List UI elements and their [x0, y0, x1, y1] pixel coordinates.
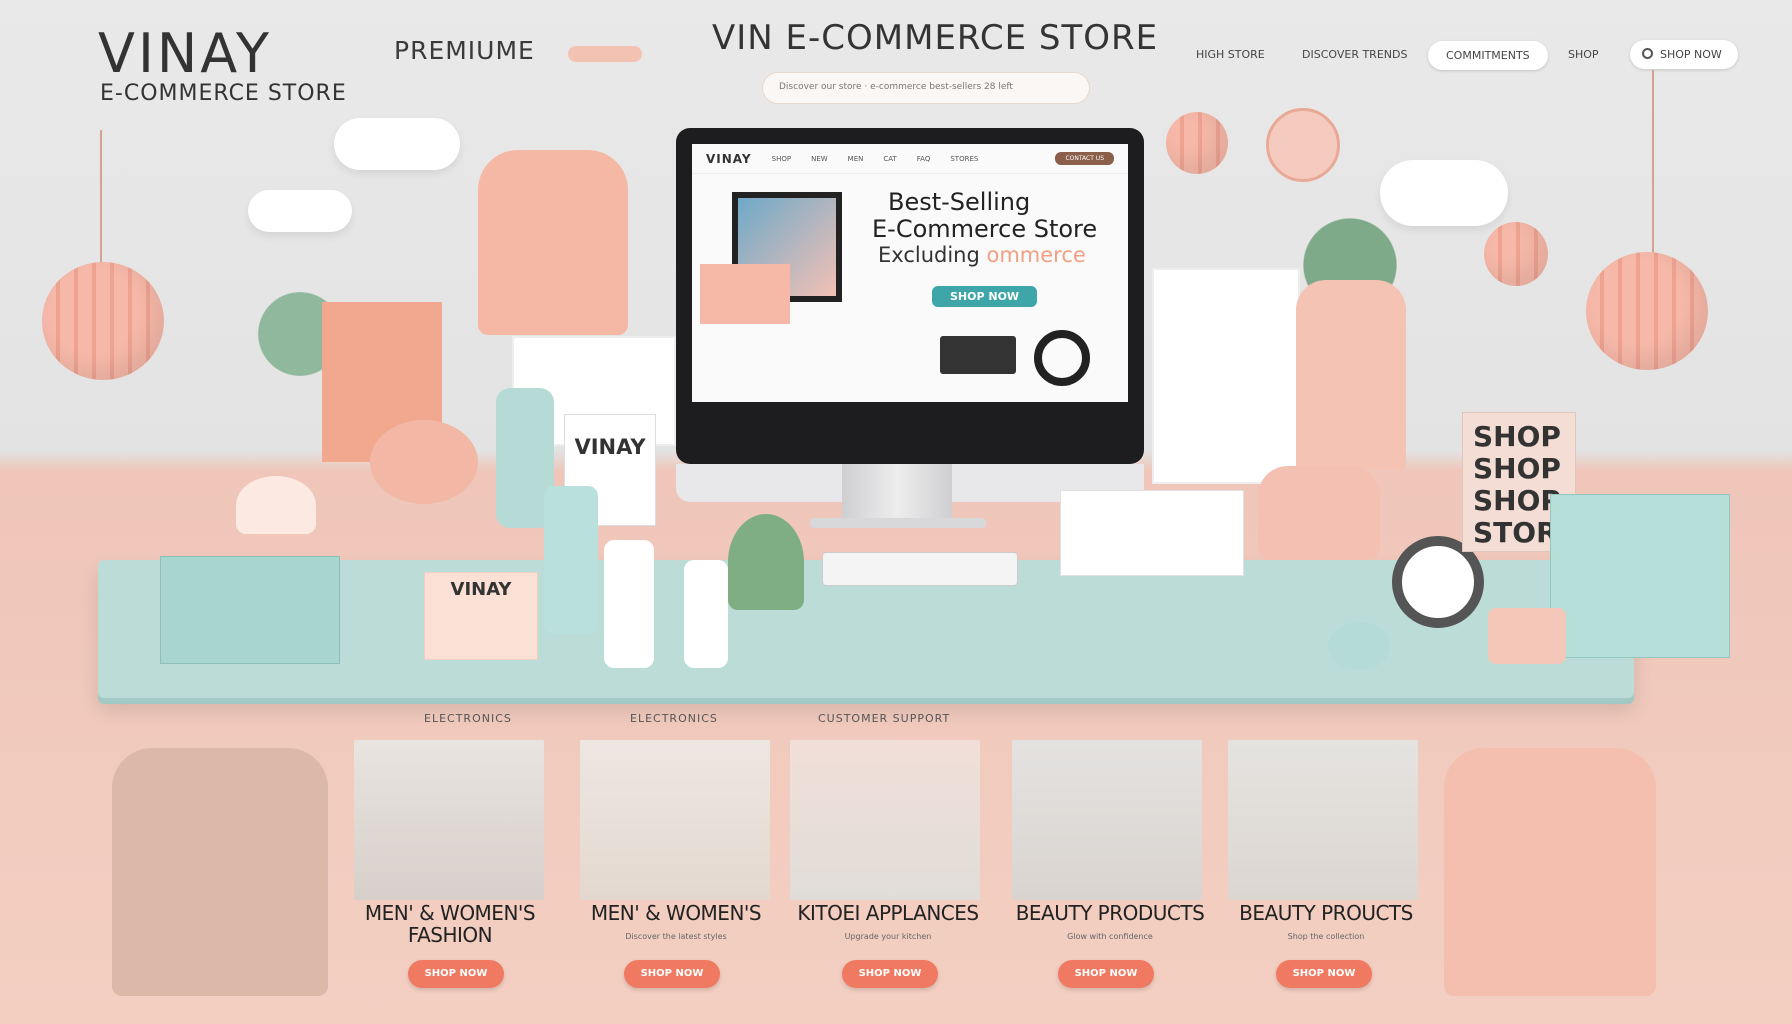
product-box-image [700, 264, 790, 324]
category-title: MEN' & WOMEN'S FASHION [364, 901, 536, 947]
potted-plant [728, 514, 804, 610]
hero-shop-now-button[interactable]: SHOP NOW [932, 286, 1038, 307]
page-title: VIN E-COMMERCE STORE [712, 18, 1159, 58]
lantern-string [100, 130, 102, 265]
skincare-jar [1328, 622, 1390, 670]
shop-now-button[interactable]: SHOP NOW [842, 960, 938, 988]
screen-nav-item[interactable]: CAT [883, 155, 896, 163]
lantern-string [1652, 70, 1654, 255]
screen-nav-item[interactable]: SHOP [772, 155, 791, 163]
nav-link-high-store[interactable]: HIGH STORE [1196, 48, 1265, 61]
wall-clock-icon [1266, 108, 1340, 182]
screen-navbar: VINAY SHOP NEW MEN CAT FAQ STORES CONTAC… [692, 144, 1128, 174]
shop-now-button[interactable]: SHOP NOW [624, 960, 720, 988]
user-icon [1642, 48, 1653, 59]
cloud-decoration [248, 190, 352, 232]
brand-tagline: E-COMMERCE STORE [100, 81, 347, 106]
category-card-image[interactable] [354, 740, 544, 900]
paper-lantern [42, 262, 164, 380]
brand-name: VINAY [98, 22, 272, 85]
category-subtitle: Upgrade your kitchen [844, 932, 932, 941]
screen-logo[interactable]: VINAY [706, 152, 752, 166]
category-title: MEN' & WOMEN'S [590, 901, 762, 925]
hero-subheading: E-Commerce Store [872, 215, 1098, 243]
shop-now-button[interactable]: SHOP NOW [408, 960, 504, 988]
hero-heading: Best-Selling [888, 188, 1031, 216]
category-subtitle: Glow with confidence [1067, 932, 1153, 941]
category-title: BEAUTY PROUCTS [1239, 901, 1413, 925]
imac-monitor: VINAY SHOP NEW MEN CAT FAQ STORES CONTAC… [676, 128, 1144, 502]
nav-link-discover[interactable]: DISCOVER TRENDS [1302, 48, 1407, 61]
shop-sign-line: SHOP [1473, 452, 1561, 485]
hoodie-product[interactable] [478, 150, 628, 335]
hero-tagline-part2: ommerce [979, 243, 1086, 267]
screen-nav-item[interactable]: STORES [950, 155, 978, 163]
shopping-bag [1550, 494, 1730, 658]
paper-lantern [1586, 252, 1708, 370]
keyboard[interactable] [822, 552, 1018, 586]
nav-shop-now-label: SHOP NOW [1660, 48, 1722, 61]
shop-now-button[interactable]: SHOP NOW [1058, 960, 1154, 988]
search-input[interactable]: Discover our store · e-commerce best-sel… [762, 72, 1090, 104]
serum-bottle [684, 560, 728, 668]
category-heading: CUSTOMER SUPPORT [818, 712, 951, 725]
product-tray-vinay: VINAY [424, 572, 538, 660]
store-website-screen[interactable]: VINAY SHOP NEW MEN CAT FAQ STORES CONTAC… [692, 144, 1128, 402]
paper-lantern [1484, 222, 1548, 286]
pump-bottle [544, 486, 598, 634]
hoodie-product[interactable] [1444, 748, 1656, 996]
category-subtitle: Discover the latest styles [625, 932, 727, 941]
category-title: BEAUTY PRODUCTS [1015, 901, 1205, 925]
rose-bouquet [370, 420, 478, 504]
brand-logo[interactable]: VINAY E-COMMERCE STORE [98, 26, 347, 106]
nav-link-shop[interactable]: SHOP [1568, 48, 1599, 61]
screen-nav-item[interactable]: FAQ [917, 155, 931, 163]
armchair [1258, 466, 1380, 560]
premium-pill[interactable] [568, 46, 642, 62]
premium-label: PREMIUME [394, 36, 535, 65]
serum-bottle [604, 540, 654, 668]
category-title: KITOEI APPLANCES [797, 901, 979, 925]
category-heading: ELECTRONICS [424, 712, 512, 725]
paper-lantern [1166, 112, 1228, 174]
shop-now-button[interactable]: SHOP NOW [1276, 960, 1372, 988]
category-subtitle: Shop the collection [1287, 932, 1365, 941]
category-card-image[interactable] [790, 740, 980, 900]
product-shelf [1152, 268, 1300, 484]
category-heading: ELECTRONICS [630, 712, 718, 725]
screen-nav-item[interactable]: MEN [848, 155, 864, 163]
monitor-stand [842, 464, 952, 526]
nav-shop-now-button[interactable]: SHOP NOW [1630, 40, 1738, 69]
monitor-stand-base [810, 518, 986, 528]
screen-contact-button[interactable]: CONTACT US [1055, 152, 1114, 165]
screen-nav-item[interactable]: NEW [811, 155, 828, 163]
nav-link-commitments[interactable]: COMMITMENTS [1428, 41, 1548, 70]
gift-box [160, 556, 340, 664]
category-card-image[interactable] [1012, 740, 1202, 900]
camera-product-image [940, 336, 1016, 374]
hero-tagline-part1: Excluding [878, 243, 980, 267]
headphone-product-image [1034, 330, 1090, 386]
vase-flowers [236, 476, 316, 534]
cloud-decoration [334, 118, 460, 170]
hoodie-product[interactable] [112, 748, 328, 996]
category-card-image[interactable] [580, 740, 770, 900]
skincare-jar [1488, 608, 1566, 664]
category-card-image[interactable] [1228, 740, 1418, 900]
side-table [1060, 490, 1244, 576]
dress-product[interactable] [1296, 280, 1406, 470]
shop-sign-line: SHOP [1473, 420, 1561, 453]
hero-tagline: Excluding ommerce [878, 243, 1086, 267]
